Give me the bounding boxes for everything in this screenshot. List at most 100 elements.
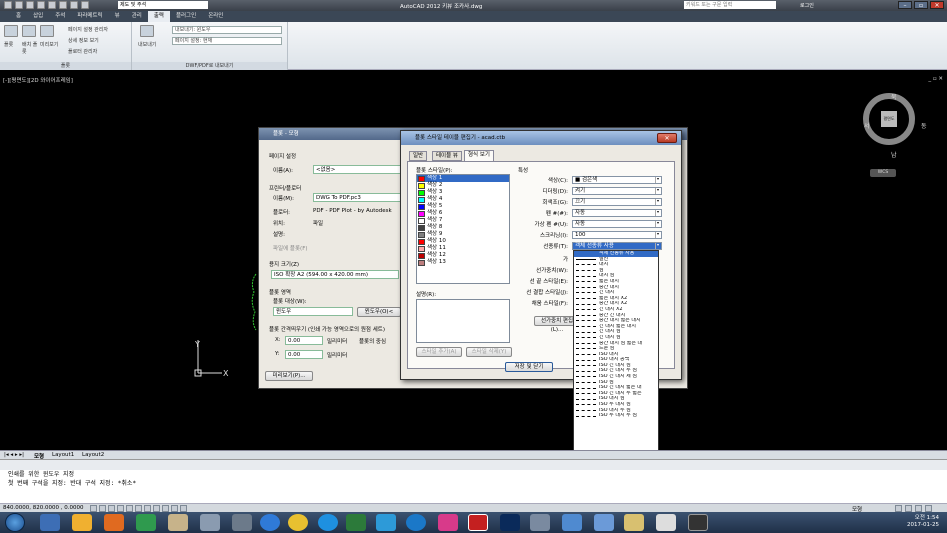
paper-size-select[interactable]: ISO 확장 A2 (594.00 x 420.00 mm) <box>271 270 399 279</box>
viewcube-north[interactable]: 북 <box>891 92 897 101</box>
save-as-icon[interactable] <box>48 1 56 9</box>
batch-plot-icon[interactable] <box>22 25 36 37</box>
export-select[interactable]: 내보내기: 윈도우 <box>172 26 282 34</box>
command-window[interactable]: 인쇄를 위한 윈도우 지정 첫 번째 구석을 지정: 반대 구석 지정: *취소… <box>0 459 947 503</box>
tab-table-view[interactable]: 테이블 뷰 <box>432 151 462 161</box>
taskbar-app-7-icon[interactable] <box>232 514 252 531</box>
export-icon[interactable] <box>140 25 154 37</box>
tpy-toggle[interactable] <box>171 505 178 512</box>
taskbar-autocad-icon[interactable] <box>468 514 488 531</box>
linetype-option[interactable]: ISO 두 대시 두 점 <box>574 413 658 419</box>
taskbar-app-17-icon[interactable] <box>530 514 550 531</box>
preview-button[interactable]: 미리보기(P)... <box>265 371 313 381</box>
property-field[interactable]: 자동 ▾ <box>572 220 662 228</box>
plot-style-item[interactable]: 색상 7 <box>417 217 509 224</box>
offset-x-input[interactable]: 0.00 <box>285 336 323 345</box>
plot-styles-list[interactable]: 색상 1 색상 2 색상 3 색상 4 색상 5 색상 6 색상 7 색상 8 색상 9 색상 1… <box>416 174 510 284</box>
tab-general[interactable]: 일반 <box>409 151 428 161</box>
coordinate-readout[interactable]: 840.0000, 820.0000 , 0.0000 <box>3 505 83 511</box>
taskbar-app-18-icon[interactable] <box>562 514 582 531</box>
osnap-toggle[interactable] <box>126 505 133 512</box>
taskbar-ie-icon[interactable] <box>260 514 280 531</box>
plot-style-item[interactable]: 색상 12 <box>417 252 509 259</box>
ribbon-tab-1[interactable]: 삽입 <box>27 11 49 22</box>
dropdown-arrow-icon[interactable]: ▾ <box>655 188 660 194</box>
ribbon-tab-4[interactable]: 뷰 <box>109 11 126 22</box>
system-clock[interactable]: 오전 1:54 2017-01-25 <box>907 515 939 529</box>
viewport-controls[interactable]: _ ▫ ✕ <box>928 76 943 82</box>
taskbar-app-6-icon[interactable] <box>200 514 220 531</box>
plot-style-item[interactable]: 색상 9 <box>417 231 509 238</box>
details-button[interactable]: 상세 정보 보기 <box>68 37 99 44</box>
dropdown-arrow-icon[interactable]: ▾ <box>655 232 660 238</box>
preview-label[interactable]: 미리보기 <box>40 41 58 48</box>
plot-style-item[interactable]: 색상 11 <box>417 245 509 252</box>
plot-style-item[interactable]: 색상 6 <box>417 210 509 217</box>
dropdown-arrow-icon[interactable]: ▾ <box>655 221 660 227</box>
taskbar-app-10-icon[interactable] <box>318 514 338 531</box>
login-link[interactable]: 로그인 <box>800 2 814 9</box>
ribbon-tab-8[interactable]: 온라인 <box>202 11 229 22</box>
delete-style-button[interactable]: 스타일 삭제(Y) <box>466 347 512 357</box>
taskbar-app-20-icon[interactable] <box>624 514 644 531</box>
preview-icon[interactable] <box>40 25 54 37</box>
plot-style-item[interactable]: 색상 8 <box>417 224 509 231</box>
new-icon[interactable] <box>15 1 23 9</box>
minimize-button[interactable]: – <box>898 1 912 9</box>
page-setup-name-select[interactable]: <없음> <box>313 165 403 174</box>
dropdown-arrow-icon[interactable]: ▾ <box>655 177 660 183</box>
property-field[interactable]: 자동 ▾ <box>572 209 662 217</box>
lineweight-toggle[interactable] <box>162 505 169 512</box>
tab-layout2[interactable]: Layout2 <box>82 452 104 458</box>
taskbar-app-19-icon[interactable] <box>594 514 614 531</box>
workspace-switch[interactable] <box>895 505 902 512</box>
viewcube[interactable]: 평면도 <box>863 93 915 145</box>
add-style-button[interactable]: 스타일 추가(A) <box>416 347 462 357</box>
dyn-toggle[interactable] <box>153 505 160 512</box>
undo-icon[interactable] <box>70 1 78 9</box>
taskbar-app-21-icon[interactable] <box>656 514 676 531</box>
plot-style-item[interactable]: 색상 1 <box>417 175 509 182</box>
taskbar-app-5-icon[interactable] <box>168 514 188 531</box>
plot-style-item[interactable]: 색상 13 <box>417 259 509 266</box>
plot-label[interactable]: 플롯 <box>4 41 13 48</box>
plot-style-item[interactable]: 색상 2 <box>417 182 509 189</box>
dialog-close-button[interactable]: ✕ <box>657 133 677 143</box>
property-field[interactable]: 객체 선종류 사용 ▾ <box>572 242 662 250</box>
snap-toggle[interactable] <box>90 505 97 512</box>
ribbon-tab-7[interactable]: 플러그인 <box>170 11 202 22</box>
ribbon-tab-2[interactable]: 주석 <box>49 11 71 22</box>
save-icon[interactable] <box>37 1 45 9</box>
property-field[interactable]: 100 ▾ <box>572 231 662 239</box>
page-setup-select[interactable]: 페이지 설정: 현재 <box>172 37 282 45</box>
export-label[interactable]: 내보내기 <box>138 41 156 48</box>
taskbar-app-22-icon[interactable] <box>688 514 708 531</box>
viewcube-east[interactable]: 동 <box>921 121 927 130</box>
viewport-label[interactable]: [-][평면도][2D 와이어프레임] <box>3 76 73 84</box>
description-input[interactable] <box>416 299 510 343</box>
property-field[interactable]: 끄기 ▾ <box>572 198 662 206</box>
tab-form-view[interactable]: 형식 보기 <box>464 150 494 161</box>
plot-to-file-checkbox[interactable]: 파일에 플롯(F) <box>273 244 308 252</box>
hardware-accel-icon[interactable] <box>915 505 922 512</box>
dropdown-arrow-icon[interactable]: ▾ <box>655 210 660 216</box>
plot-style-item[interactable]: 색상 4 <box>417 196 509 203</box>
help-search-input[interactable]: 키워드 또는 구문 입력 <box>684 1 776 9</box>
plot-icon[interactable] <box>59 1 67 9</box>
printer-name-select[interactable]: DWG To PDF.pc3 <box>313 193 403 202</box>
wcs-menu[interactable]: WCS <box>870 169 896 177</box>
taskbar-chrome-icon[interactable] <box>288 514 308 531</box>
plot-what-select[interactable]: 윈도우 <box>273 307 353 316</box>
close-button[interactable]: ✕ <box>930 1 944 9</box>
grid-toggle[interactable] <box>99 505 106 512</box>
start-button[interactable] <box>5 513 25 532</box>
viewcube-west[interactable]: 서 <box>864 121 870 130</box>
plot-icon[interactable] <box>4 25 18 37</box>
offset-y-input[interactable]: 0.00 <box>285 350 323 359</box>
workspace-select[interactable]: 제도 및 주석 <box>118 1 208 9</box>
batch-plot-label[interactable]: 배치 플롯 <box>22 41 38 55</box>
polar-toggle[interactable] <box>117 505 124 512</box>
window-button[interactable]: 윈도우(O)< <box>357 307 401 317</box>
maximize-button[interactable]: ▫ <box>914 1 928 9</box>
ortho-toggle[interactable] <box>108 505 115 512</box>
